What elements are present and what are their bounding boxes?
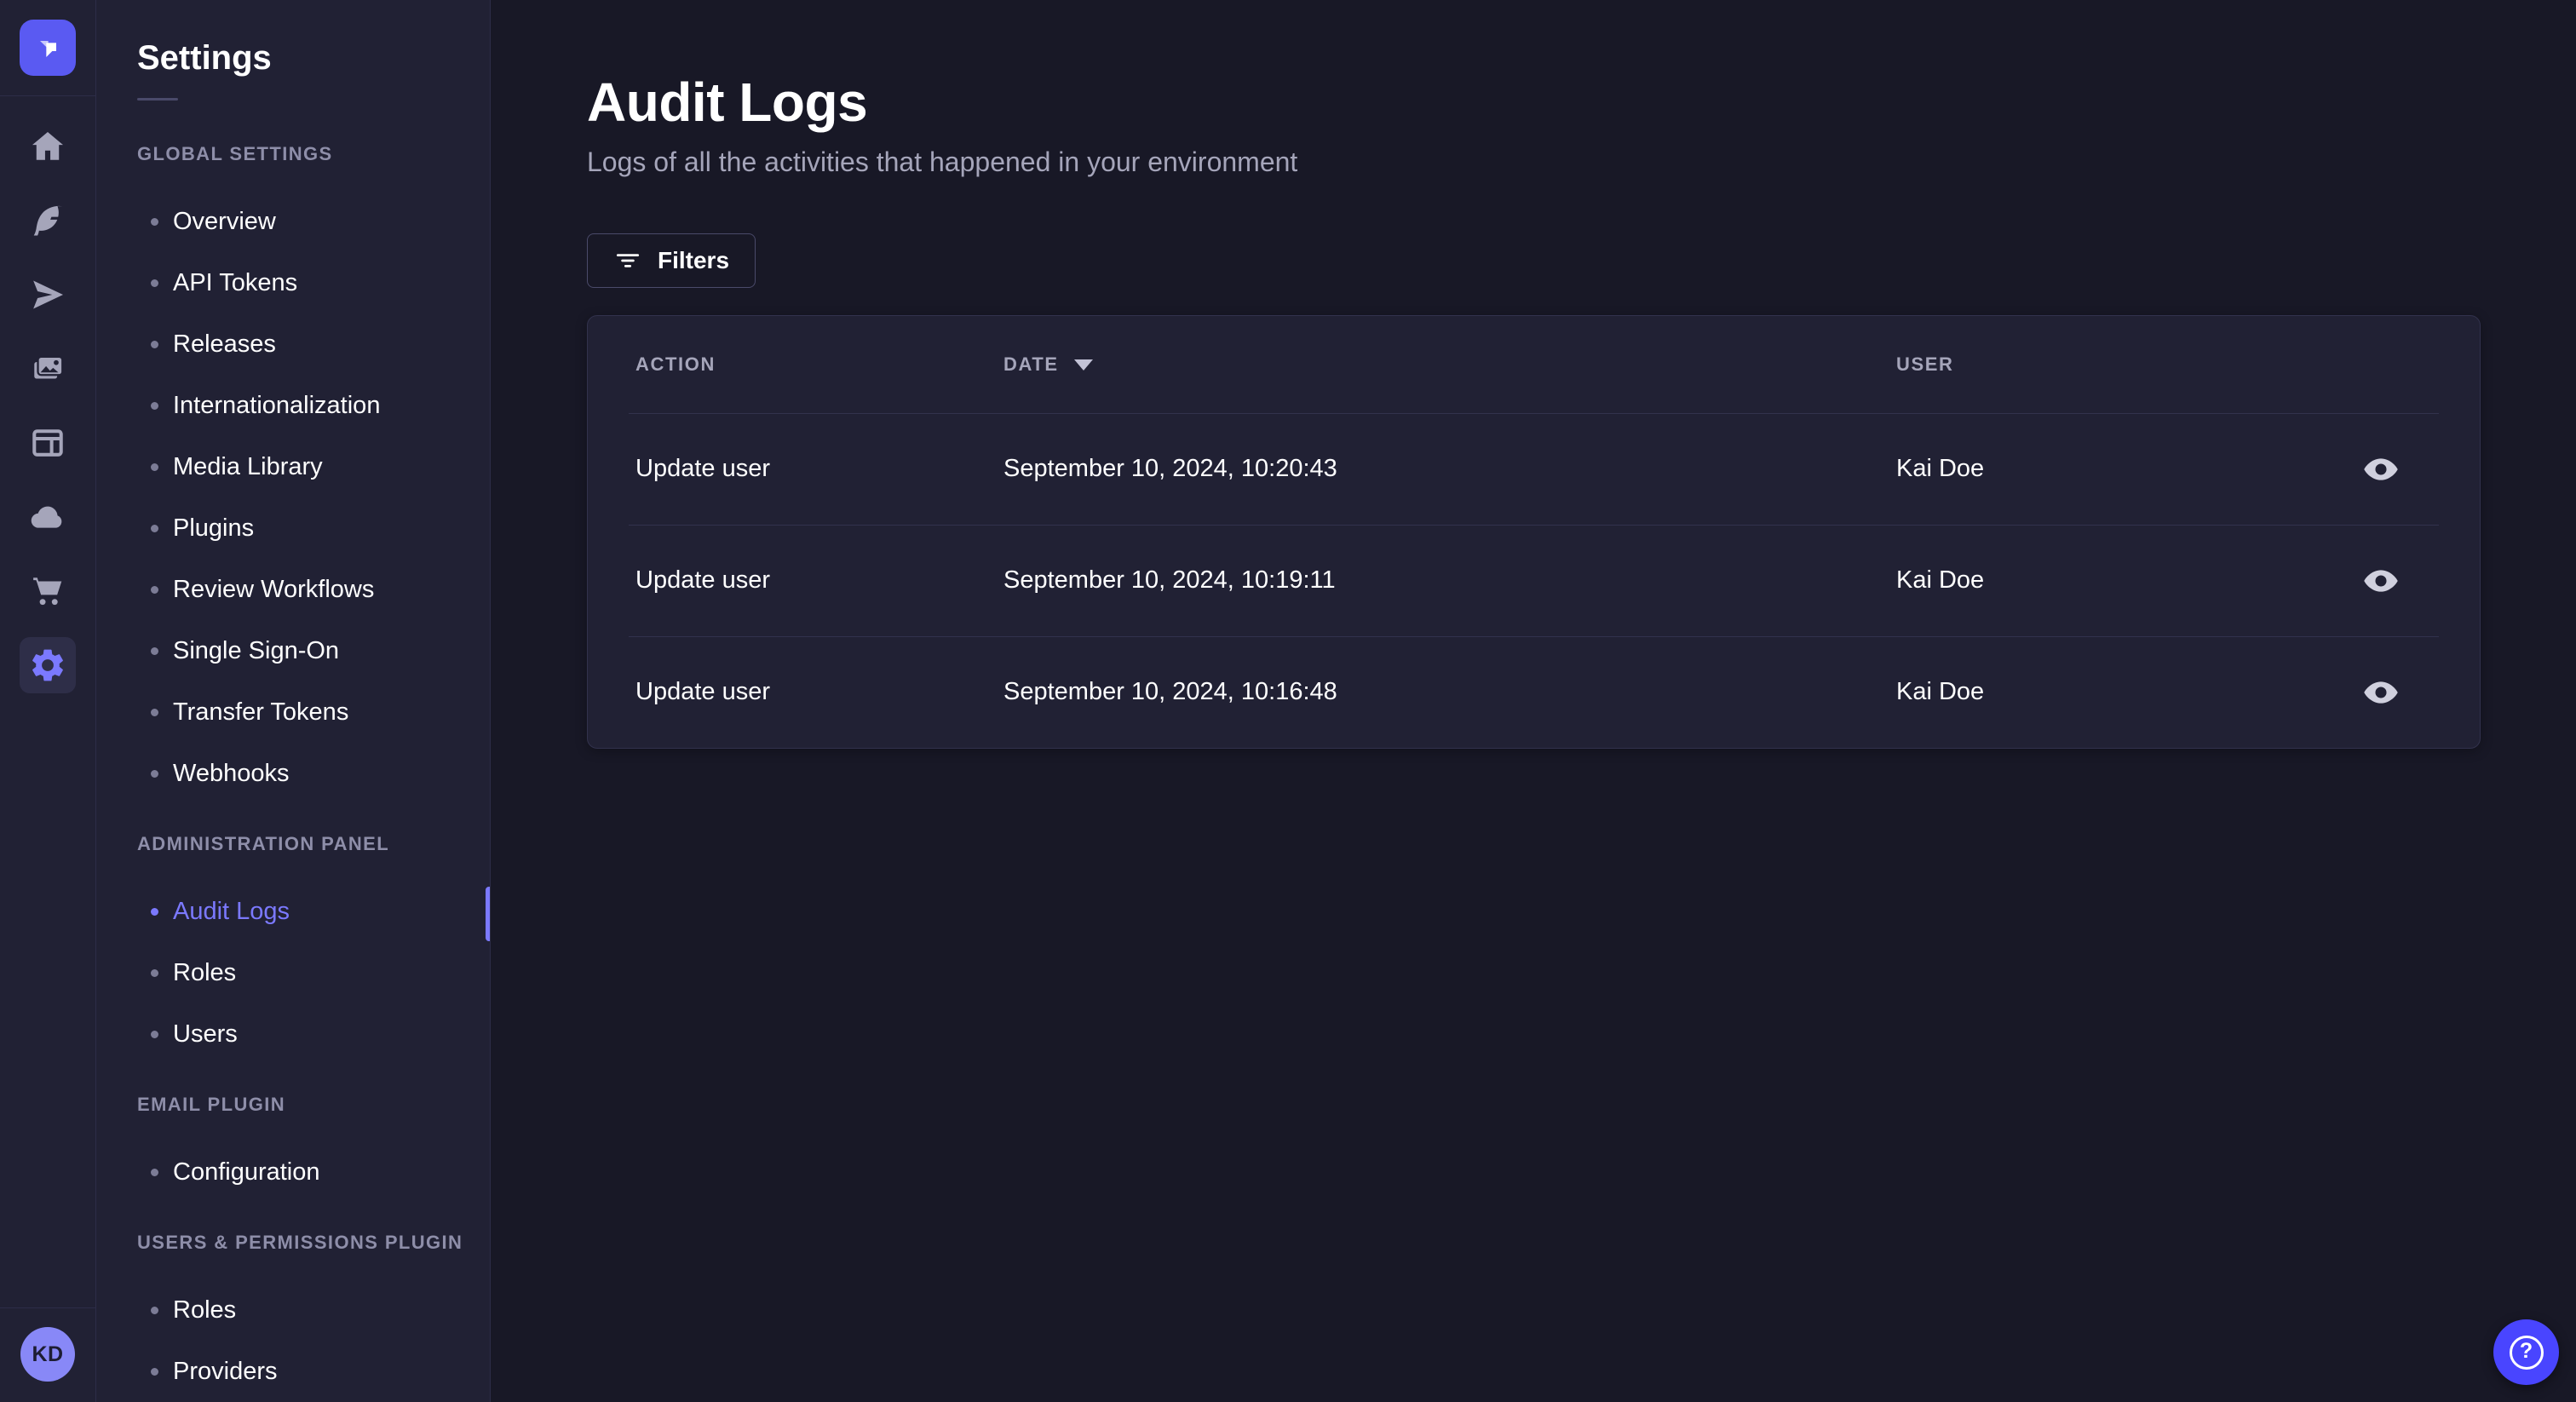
table-row[interactable]: Update user September 10, 2024, 10:20:43…: [588, 413, 2480, 525]
bullet-icon: [151, 708, 158, 716]
section-global-settings: GLOBAL SETTINGS Overview API Tokens Rele…: [96, 143, 490, 804]
table-header-row: ACTION DATE USER: [588, 316, 2480, 413]
sidebar-title: Settings: [137, 39, 272, 77]
sidebar-item-configuration[interactable]: Configuration: [96, 1141, 490, 1203]
cloud-icon[interactable]: [20, 489, 76, 545]
view-log-button[interactable]: [2355, 444, 2406, 495]
help-icon: ?: [2509, 1335, 2544, 1370]
feather-icon[interactable]: [20, 192, 76, 249]
settings-gear-icon[interactable]: [20, 637, 76, 693]
filters-button[interactable]: Filters: [587, 233, 756, 288]
sidebar-item-single-sign-on[interactable]: Single Sign-On: [96, 620, 490, 681]
sidebar-item-admin-roles[interactable]: Roles: [96, 942, 490, 1003]
column-header-action: ACTION: [635, 353, 716, 375]
column-header-date[interactable]: DATE: [1003, 353, 1896, 376]
audit-logs-table: ACTION DATE USER Update user September 1…: [587, 315, 2481, 749]
cell-date: September 10, 2024, 10:20:43: [1003, 455, 1337, 482]
help-button[interactable]: ?: [2493, 1319, 2559, 1385]
section-label: GLOBAL SETTINGS: [137, 143, 333, 164]
table-row[interactable]: Update user September 10, 2024, 10:19:11…: [588, 525, 2480, 636]
nav-rail-logo-area: [0, 0, 95, 96]
cell-user: Kai Doe: [1896, 566, 1985, 594]
sidebar-item-media-library[interactable]: Media Library: [96, 436, 490, 497]
page-title: Audit Logs: [587, 72, 868, 133]
section-email-plugin: EMAIL PLUGIN Configuration: [96, 1094, 490, 1203]
eye-icon: [2364, 681, 2398, 704]
media-images-icon[interactable]: [20, 341, 76, 397]
active-item-indicator: [486, 887, 490, 941]
sidebar-item-providers[interactable]: Providers: [96, 1341, 490, 1402]
strapi-logo-icon: [40, 41, 56, 57]
section-users-permissions-plugin: USERS & PERMISSIONS PLUGIN Roles Provide…: [96, 1232, 490, 1402]
sidebar-item-audit-logs[interactable]: Audit Logs: [96, 881, 490, 942]
cell-user: Kai Doe: [1896, 455, 1985, 482]
nav-rail: KD: [0, 0, 96, 1402]
section-label: USERS & PERMISSIONS PLUGIN: [137, 1232, 463, 1253]
bullet-icon: [151, 279, 158, 287]
section-administration-panel: ADMINISTRATION PANEL Audit Logs Roles Us…: [96, 833, 490, 1065]
table-row[interactable]: Update user September 10, 2024, 10:16:48…: [588, 636, 2480, 748]
sidebar-item-webhooks[interactable]: Webhooks: [96, 743, 490, 804]
section-label: ADMINISTRATION PANEL: [137, 833, 390, 854]
bullet-icon: [151, 646, 158, 655]
bullet-icon: [151, 340, 158, 348]
sort-desc-icon: [1073, 359, 1093, 371]
title-divider: [137, 98, 178, 101]
sidebar-item-releases[interactable]: Releases: [96, 313, 490, 375]
sidebar-item-admin-users[interactable]: Users: [96, 1003, 490, 1065]
sidebar-item-overview[interactable]: Overview: [96, 191, 490, 252]
cell-action: Update user: [635, 566, 770, 594]
bullet-icon: [151, 968, 158, 977]
view-log-button[interactable]: [2355, 555, 2406, 606]
bullet-icon: [151, 463, 158, 471]
filter-icon: [616, 254, 640, 267]
cell-action: Update user: [635, 455, 770, 482]
user-avatar[interactable]: KD: [20, 1327, 75, 1382]
sidebar-item-transfer-tokens[interactable]: Transfer Tokens: [96, 681, 490, 743]
bullet-icon: [151, 1168, 158, 1176]
bullet-icon: [151, 217, 158, 226]
column-header-user: USER: [1896, 353, 1954, 375]
nav-rail-footer: KD: [0, 1307, 95, 1402]
bullet-icon: [151, 907, 158, 916]
cell-date: September 10, 2024, 10:16:48: [1003, 678, 1337, 705]
cell-date: September 10, 2024, 10:19:11: [1003, 566, 1336, 594]
bullet-icon: [151, 1367, 158, 1376]
sidebar-item-review-workflows[interactable]: Review Workflows: [96, 559, 490, 620]
sidebar-item-api-tokens[interactable]: API Tokens: [96, 252, 490, 313]
bullet-icon: [151, 769, 158, 778]
shopping-cart-icon[interactable]: [20, 563, 76, 619]
sidebar-item-internationalization[interactable]: Internationalization: [96, 375, 490, 436]
settings-sidebar: Settings GLOBAL SETTINGS Overview API To…: [96, 0, 491, 1402]
eye-icon: [2364, 457, 2398, 480]
cell-action: Update user: [635, 678, 770, 705]
bullet-icon: [151, 585, 158, 594]
bullet-icon: [151, 1030, 158, 1038]
layout-icon[interactable]: [20, 415, 76, 471]
bullet-icon: [151, 1306, 158, 1314]
paper-plane-icon[interactable]: [20, 267, 76, 323]
section-label: EMAIL PLUGIN: [137, 1094, 286, 1115]
sidebar-item-up-roles[interactable]: Roles: [96, 1279, 490, 1341]
nav-rail-icons: [20, 118, 76, 693]
home-icon[interactable]: [20, 118, 76, 175]
cell-user: Kai Doe: [1896, 678, 1985, 705]
main-content: Audit Logs Logs of all the activities th…: [491, 0, 2576, 1402]
view-log-button[interactable]: [2355, 667, 2406, 718]
eye-icon: [2364, 569, 2398, 592]
filters-button-label: Filters: [658, 247, 730, 273]
sidebar-item-plugins[interactable]: Plugins: [96, 497, 490, 559]
app-root: KD Settings GLOBAL SETTINGS Overview API…: [0, 0, 2576, 1402]
bullet-icon: [151, 524, 158, 532]
bullet-icon: [151, 401, 158, 410]
strapi-logo[interactable]: [20, 20, 76, 76]
page-subtitle: Logs of all the activities that happened…: [587, 147, 1298, 177]
